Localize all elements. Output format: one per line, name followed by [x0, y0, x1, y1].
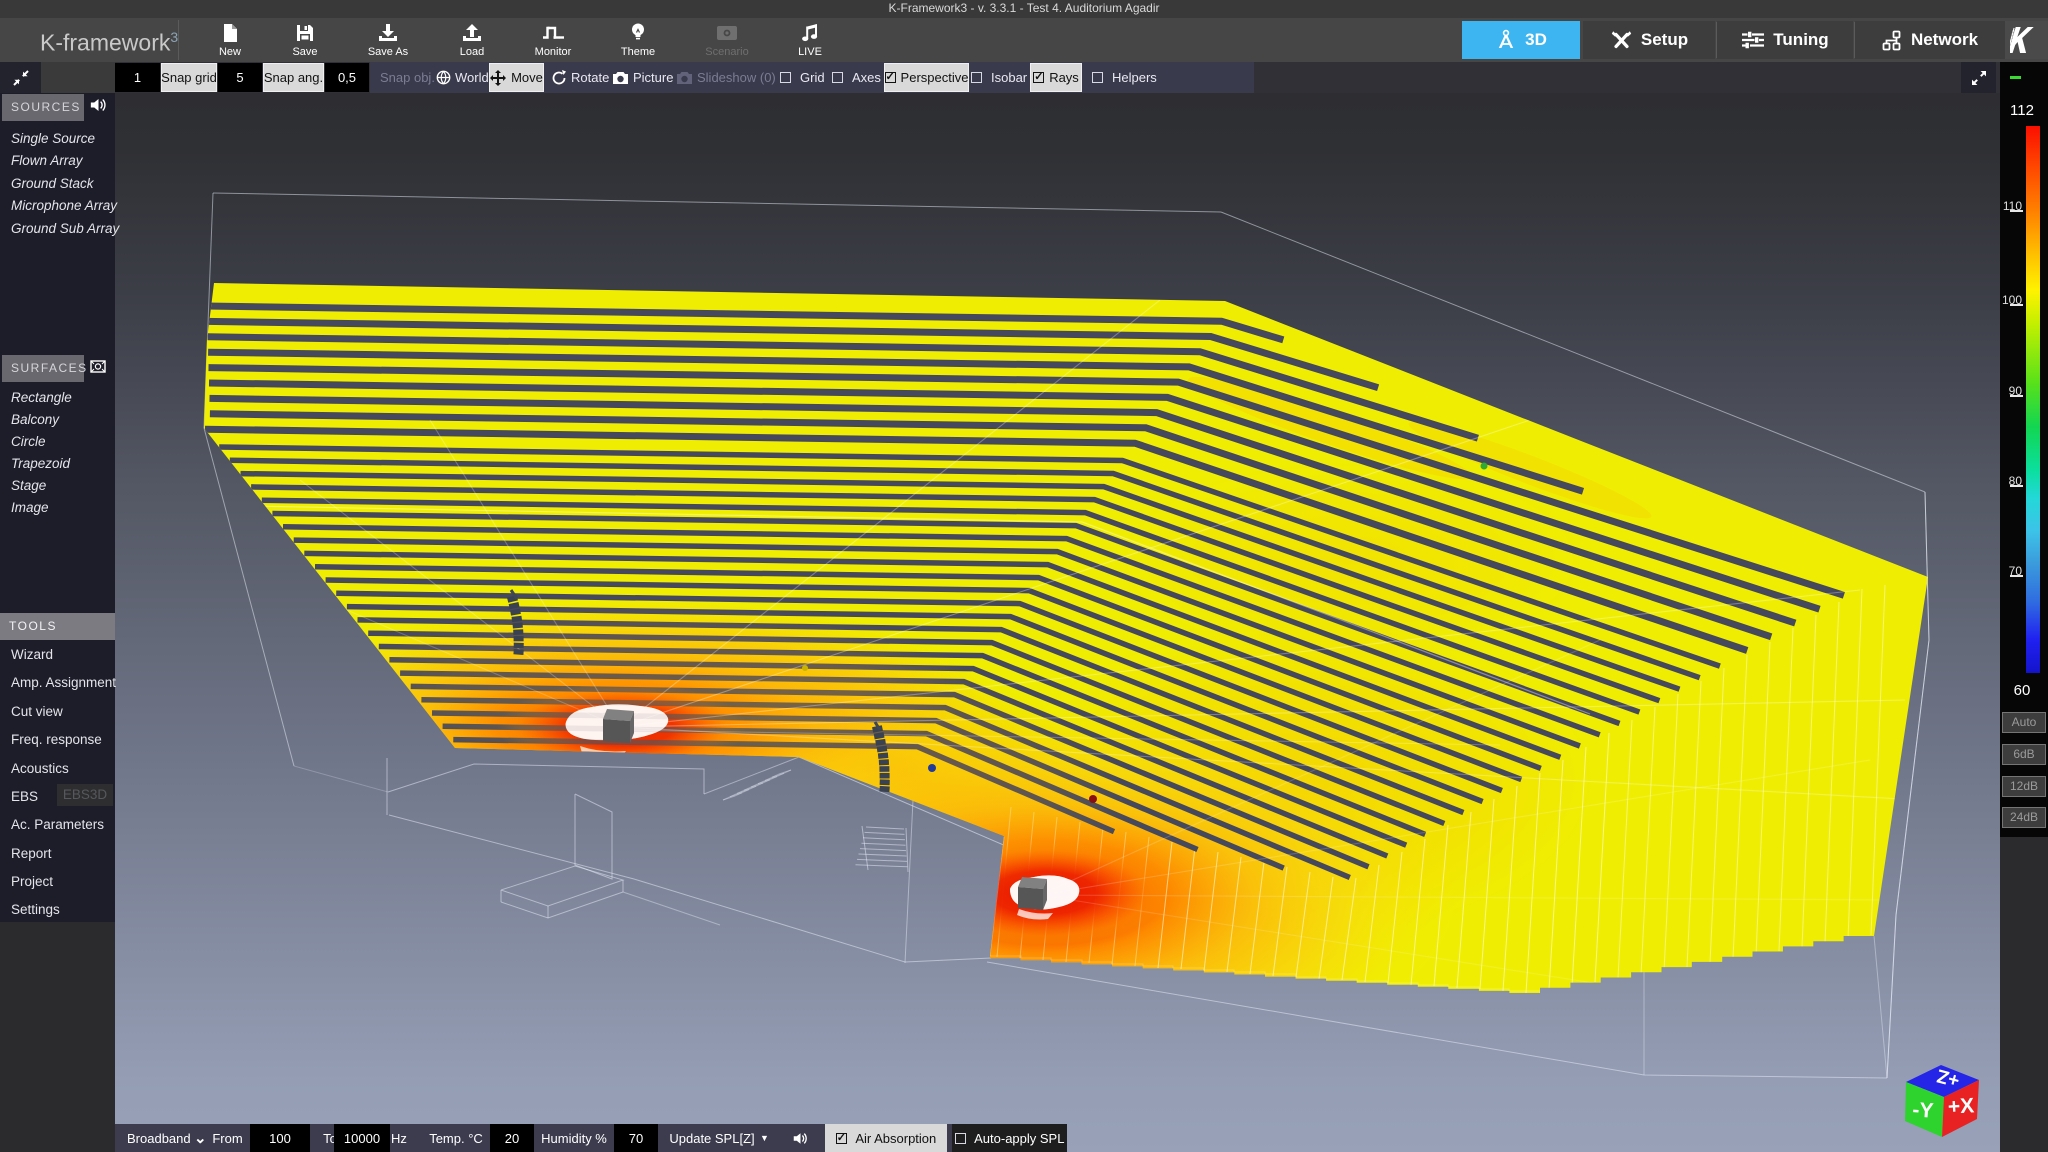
- svg-text:-Y: -Y: [1912, 1098, 1935, 1122]
- svg-text:+X: +X: [1947, 1094, 1974, 1118]
